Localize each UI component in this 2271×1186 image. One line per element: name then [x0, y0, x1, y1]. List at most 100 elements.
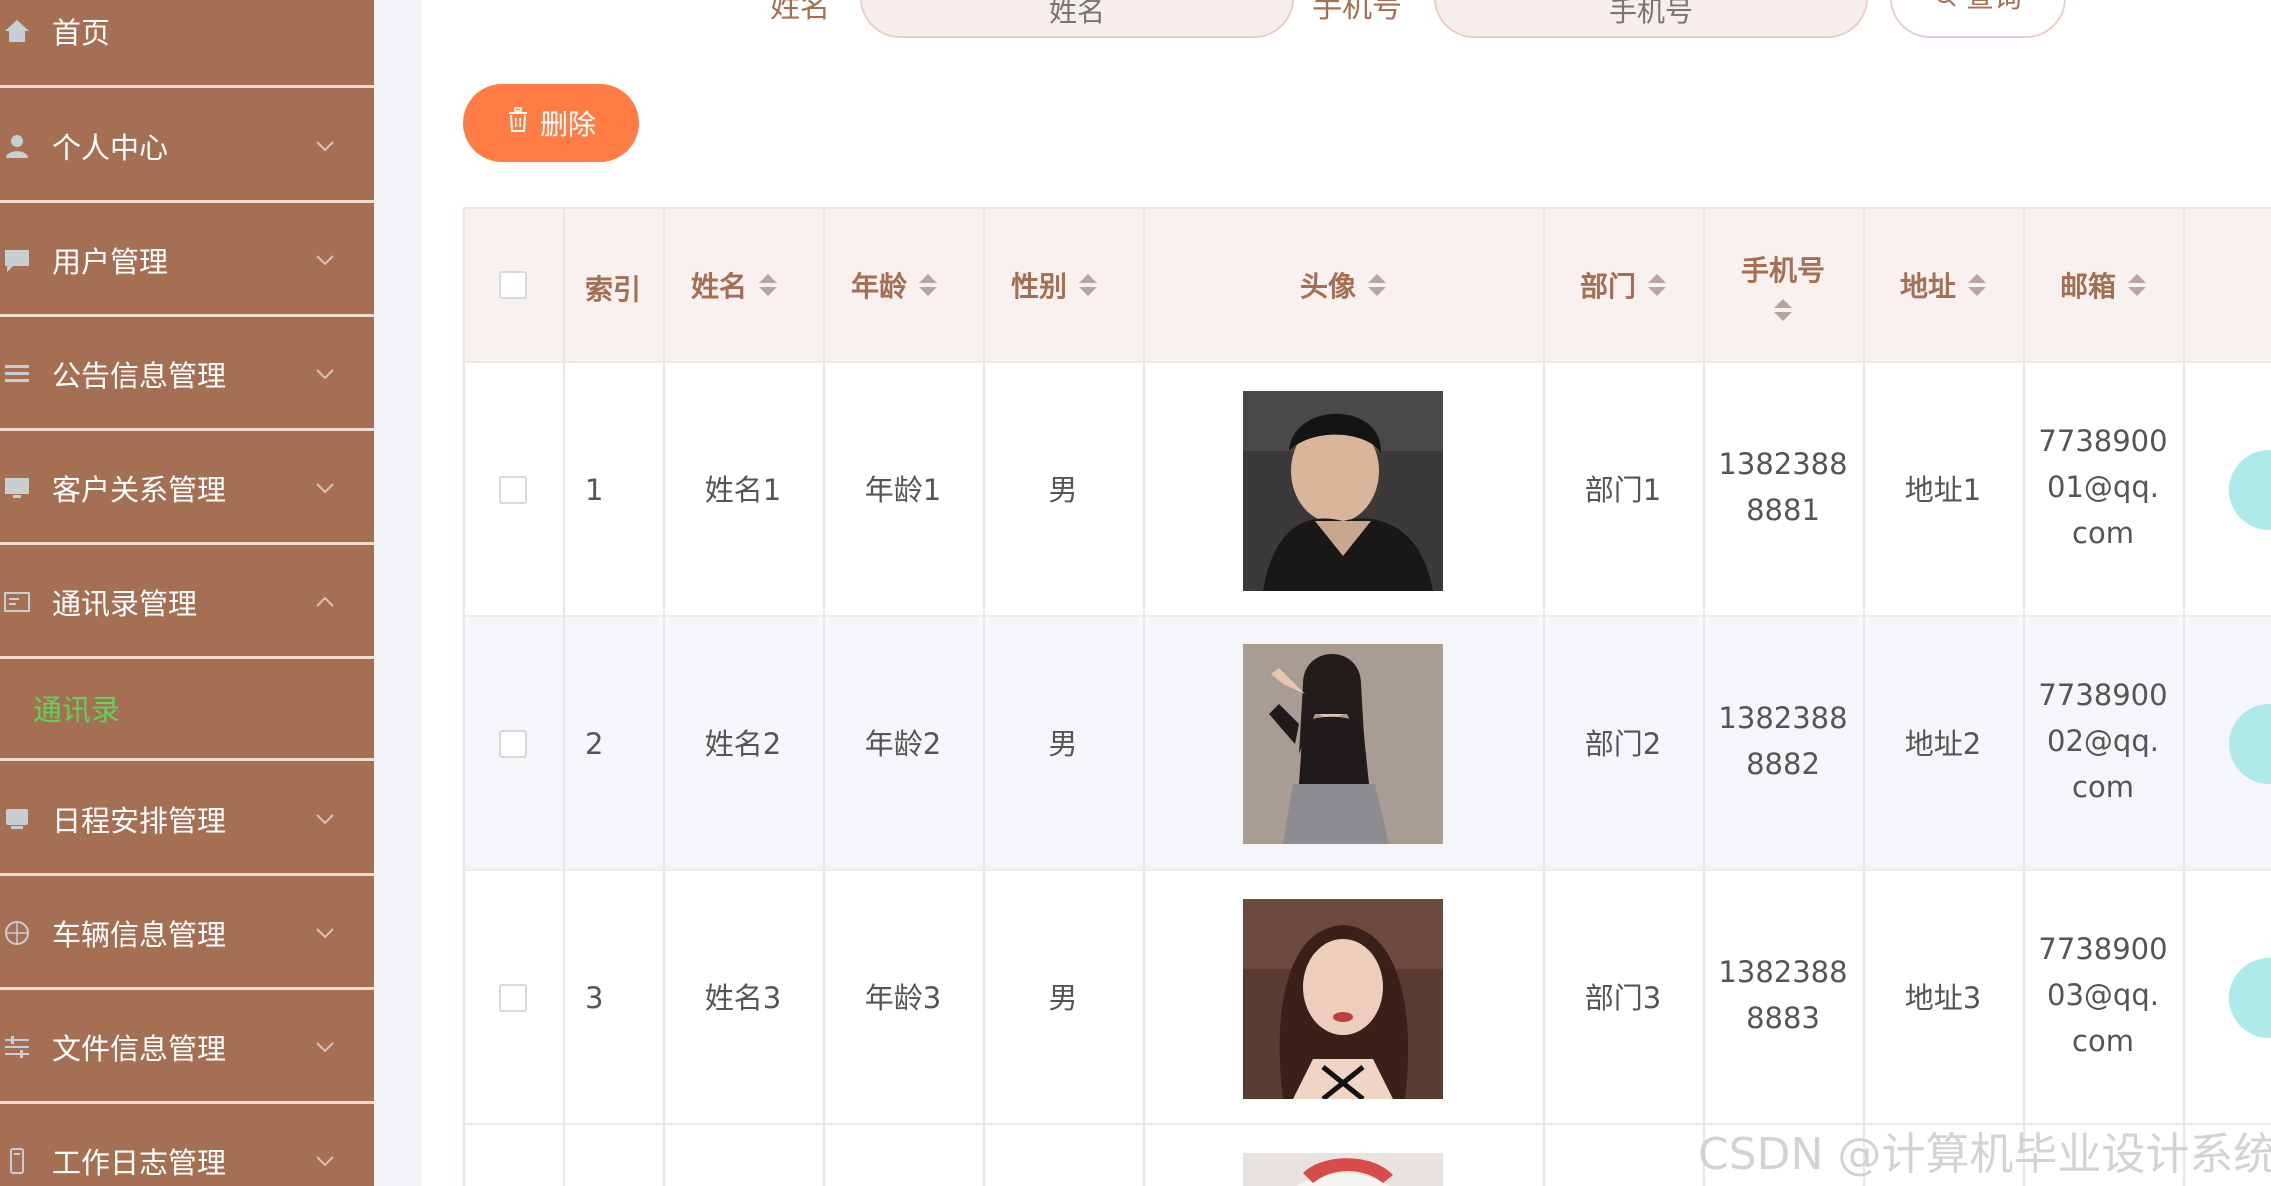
- sort-icon[interactable]: [1079, 274, 1098, 296]
- table-row: 2 姓名2 年龄2 男 部门2 1382388 8882 地址2 7738900: [463, 617, 2271, 871]
- monitor-icon: [2, 473, 32, 503]
- header-index-label: 索引: [584, 273, 641, 306]
- avatar-image[interactable]: [1243, 644, 1443, 844]
- user-icon: [2, 131, 32, 161]
- column-divider: [1143, 207, 1145, 1186]
- cell-age: 年龄1: [864, 473, 942, 507]
- row-action-button[interactable]: [2229, 704, 2271, 784]
- header-index: 索引: [563, 207, 663, 363]
- header-name[interactable]: 姓名: [663, 207, 823, 363]
- sidebar-item-label: 首页: [52, 15, 111, 50]
- chevron-down-icon: [314, 808, 336, 830]
- header-address-label: 地址: [1899, 270, 1956, 303]
- chevron-down-icon: [314, 363, 336, 385]
- sidebar-item-vehicle[interactable]: 车辆信息管理: [0, 878, 374, 990]
- sidebar-item-label: 公告信息管理: [52, 358, 227, 393]
- header-phone-label: 手机号: [1740, 254, 1825, 287]
- trash-icon: [506, 106, 530, 140]
- delete-button[interactable]: 删除: [463, 84, 639, 162]
- row-action-button[interactable]: [2229, 958, 2271, 1038]
- sidebar-item-label: 个人中心: [52, 130, 169, 165]
- cell-index: 1: [585, 473, 604, 507]
- row-checkbox[interactable]: [499, 476, 527, 504]
- sidebar-item-label: 用户管理: [52, 244, 169, 279]
- header-address[interactable]: 地址: [1863, 207, 2023, 363]
- cell-name: 姓名2: [704, 727, 782, 761]
- sidebar-item-personal-center[interactable]: 个人中心: [0, 91, 374, 203]
- sort-icon[interactable]: [759, 274, 778, 296]
- sliders-icon: [2, 1032, 32, 1062]
- chat-icon: [2, 245, 32, 275]
- avatar-image[interactable]: [1243, 391, 1443, 591]
- cell-email-line3: com: [2072, 1024, 2134, 1058]
- cell-phone-line1: 1382388: [1718, 701, 1848, 735]
- sidebar: 首页 个人中心 用户管理 公告信息管理 客户关系管理 通讯录管理 通讯录 日程安…: [0, 0, 374, 1186]
- chevron-up-icon: [314, 591, 336, 613]
- header-gender[interactable]: 性别: [983, 207, 1143, 363]
- header-avatar[interactable]: 头像: [1143, 207, 1543, 363]
- cell-phone-line2: 8882: [1746, 747, 1820, 781]
- cell-email-line2: 01@qq.: [2047, 470, 2159, 504]
- sort-icon[interactable]: [1648, 274, 1666, 296]
- sort-icon[interactable]: [1368, 274, 1386, 296]
- select-all-cell: [463, 207, 563, 363]
- column-divider: [463, 207, 465, 1186]
- column-divider: [2023, 207, 2025, 1186]
- sidebar-item-contacts[interactable]: 通讯录管理: [0, 547, 374, 659]
- phone-search-input[interactable]: [1434, 0, 1868, 38]
- cell-phone-line1: 1382388: [1718, 447, 1848, 481]
- column-divider: [983, 207, 985, 1186]
- column-divider: [1703, 207, 1705, 1186]
- sort-icon[interactable]: [1968, 274, 1986, 296]
- column-divider: [1543, 207, 1545, 1186]
- compass-icon: [2, 918, 32, 948]
- sort-icon[interactable]: [2128, 274, 2146, 296]
- cell-address: 地址3: [1904, 981, 1982, 1015]
- header-phone[interactable]: 手机号: [1703, 207, 1863, 363]
- sidebar-item-label: 日程安排管理: [52, 803, 227, 838]
- sidebar-item-label: 车辆信息管理: [52, 917, 227, 952]
- avatar-image[interactable]: [1243, 1153, 1443, 1186]
- delete-button-label: 删除: [539, 109, 596, 140]
- chevron-down-icon: [314, 922, 336, 944]
- name-search-input[interactable]: [860, 0, 1294, 38]
- row-checkbox[interactable]: [499, 984, 527, 1012]
- select-all-checkbox[interactable]: [499, 271, 527, 299]
- row-checkbox[interactable]: [499, 730, 527, 758]
- header-age-label: 年龄: [851, 270, 908, 303]
- card-icon: [2, 587, 32, 617]
- chevron-down-icon: [314, 1150, 336, 1172]
- sidebar-item-files[interactable]: 文件信息管理: [0, 992, 374, 1104]
- search-icon: [1934, 0, 1958, 16]
- sidebar-item-worklog[interactable]: 工作日志管理: [0, 1106, 374, 1186]
- name-search-label: 姓名: [770, 0, 830, 25]
- query-button[interactable]: 查询: [1890, 0, 2066, 38]
- content-gutter: [374, 0, 422, 1186]
- sort-icon[interactable]: [919, 274, 938, 296]
- cell-gender: 男: [1048, 473, 1078, 507]
- phone-search-label: 手机号: [1312, 0, 1402, 25]
- sidebar-item-label: 客户关系管理: [52, 472, 227, 507]
- header-dept[interactable]: 部门: [1543, 207, 1703, 363]
- sort-icon[interactable]: [1774, 299, 1792, 321]
- row-action-button[interactable]: [2229, 450, 2271, 530]
- sidebar-item-announcement[interactable]: 公告信息管理: [0, 319, 374, 431]
- sidebar-subitem-contacts[interactable]: 通讯录: [0, 661, 374, 761]
- cell-email-line2: 03@qq.: [2047, 978, 2159, 1012]
- cell-email-line1: 7738900: [2038, 932, 2168, 966]
- sidebar-item-customer[interactable]: 客户关系管理: [0, 433, 374, 545]
- sidebar-item-schedule[interactable]: 日程安排管理: [0, 764, 374, 876]
- sidebar-item-user-management[interactable]: 用户管理: [0, 205, 374, 317]
- avatar-image[interactable]: [1243, 899, 1443, 1099]
- header-email[interactable]: 邮箱: [2023, 207, 2183, 363]
- cell-age: 年龄2: [864, 727, 942, 761]
- cell-name: 姓名1: [704, 473, 782, 507]
- column-divider: [2183, 207, 2185, 1186]
- sidebar-item-home[interactable]: 首页: [0, 0, 374, 88]
- sidebar-subitem-label: 通讯录: [33, 693, 121, 727]
- chevron-down-icon: [314, 1036, 336, 1058]
- header-gender-label: 性别: [1011, 270, 1068, 303]
- cell-gender: 男: [1048, 727, 1078, 761]
- header-age[interactable]: 年龄: [823, 207, 983, 363]
- row-select-cell: [463, 871, 563, 1125]
